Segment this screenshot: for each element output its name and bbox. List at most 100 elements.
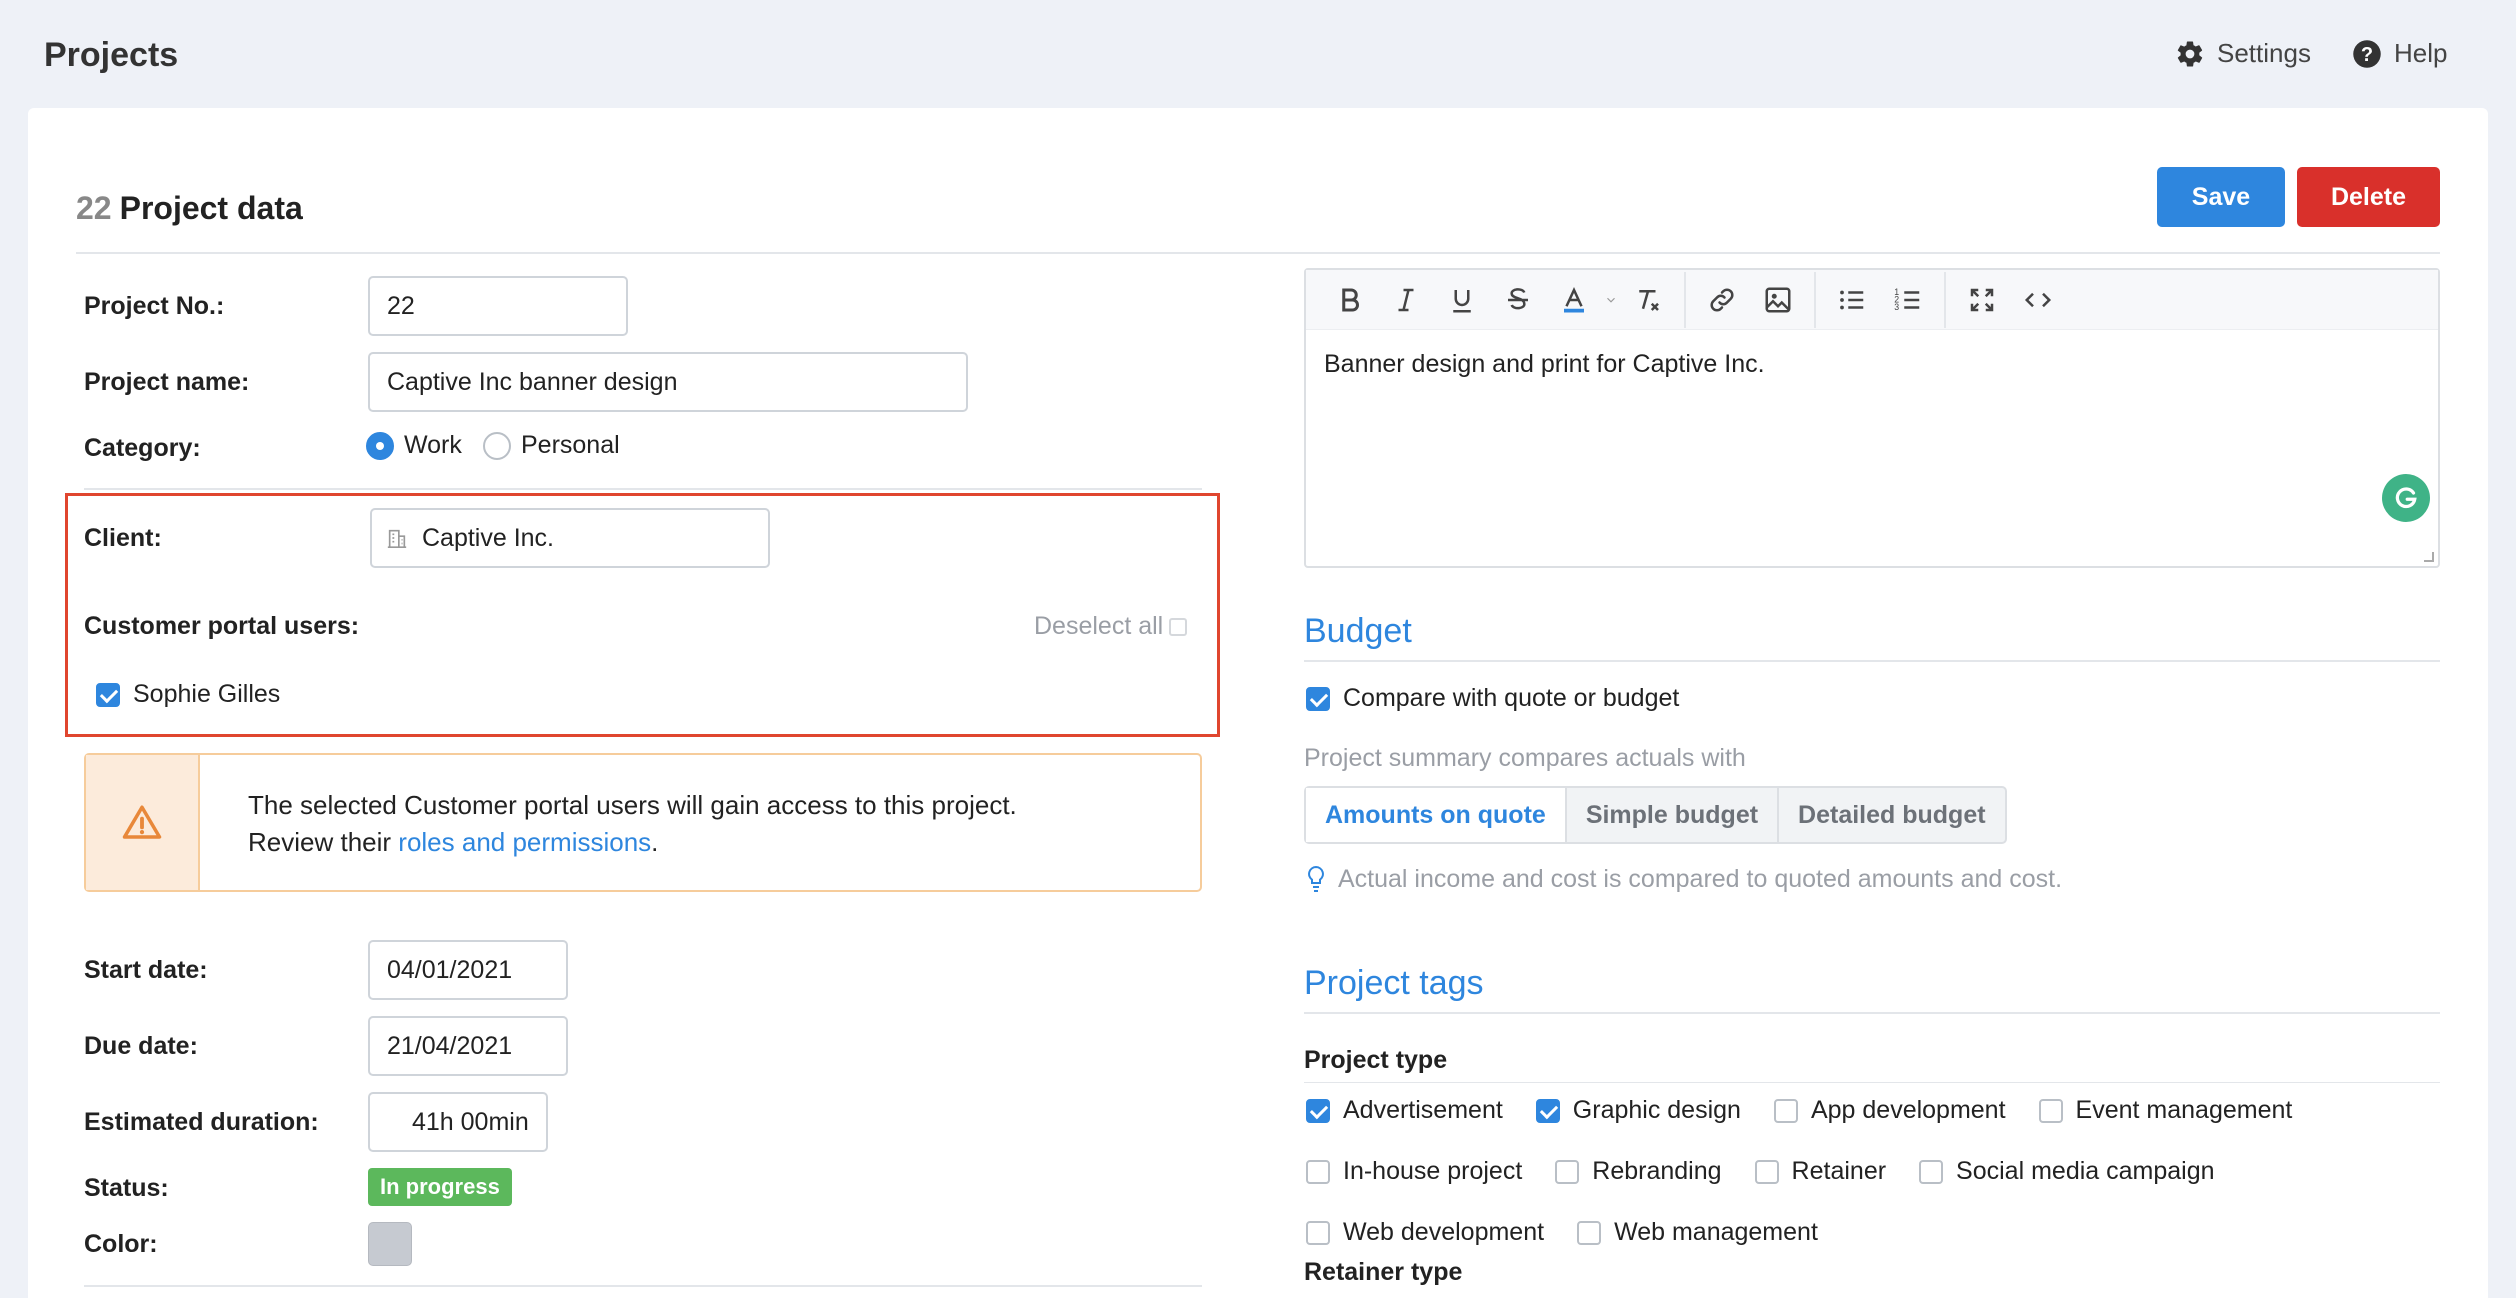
- project-type-option[interactable]: Web management: [1577, 1218, 1818, 1247]
- compare-budget-option[interactable]: Compare with quote or budget: [1306, 684, 1679, 713]
- duration-input[interactable]: 41h 00min: [368, 1092, 548, 1152]
- portal-user-checkbox[interactable]: [96, 682, 120, 707]
- project-number: 22: [76, 190, 112, 226]
- due-date-input[interactable]: 21/04/2021: [368, 1016, 568, 1076]
- italic-button[interactable]: [1378, 272, 1434, 328]
- due-date-label: Due date:: [84, 1032, 198, 1060]
- bold-icon: [1342, 288, 1359, 311]
- project-type-option[interactable]: Event management: [2038, 1096, 2293, 1125]
- project-type-label: Project type: [1304, 1046, 1448, 1074]
- help-link[interactable]: ? Help: [2352, 38, 2447, 69]
- project-type-checkbox[interactable]: [1306, 1220, 1330, 1245]
- project-type-option[interactable]: Web development: [1306, 1218, 1544, 1247]
- toolbar-separator: [1814, 271, 1816, 328]
- project-type-checkbox[interactable]: [1754, 1159, 1779, 1184]
- deselect-all-label: Deselect all: [1034, 612, 1164, 640]
- underline-button[interactable]: [1434, 272, 1490, 328]
- project-type-label-text: App development: [1810, 1096, 2006, 1124]
- start-date-label: Start date:: [84, 956, 208, 984]
- project-tags-title: Project tags: [1304, 964, 1484, 1002]
- bullet-list-button[interactable]: [1824, 272, 1880, 328]
- save-button[interactable]: Save: [2157, 167, 2285, 227]
- project-type-option[interactable]: App development: [1773, 1096, 2006, 1125]
- option-simple-budget[interactable]: Simple budget: [1567, 788, 1780, 842]
- project-no-input[interactable]: 22: [368, 276, 628, 336]
- budget-mode-selector: Amounts on quote Simple budget Detailed …: [1304, 786, 2007, 844]
- project-type-checkbox[interactable]: [1306, 1159, 1330, 1184]
- client-label: Client:: [84, 524, 162, 552]
- project-type-checkbox[interactable]: [1306, 1098, 1330, 1123]
- project-type-checkbox[interactable]: [1773, 1098, 1798, 1123]
- project-type-label-text: Event management: [2075, 1096, 2293, 1124]
- page-title-text: Project data: [119, 190, 303, 226]
- client-value: Captive Inc.: [422, 523, 555, 552]
- resize-handle[interactable]: [2424, 552, 2434, 562]
- image-button[interactable]: [1750, 272, 1806, 328]
- gear-icon: [2177, 40, 2203, 67]
- color-swatch[interactable]: [368, 1222, 412, 1266]
- bold-button[interactable]: [1322, 272, 1378, 328]
- project-type-checkbox[interactable]: [1577, 1220, 1602, 1245]
- link-icon: [1710, 287, 1734, 312]
- project-type-checkbox[interactable]: [2038, 1098, 2063, 1123]
- deselect-all-checkbox[interactable]: [1169, 617, 1188, 636]
- help-label: Help: [2394, 38, 2448, 68]
- client-select[interactable]: Captive Inc.: [370, 508, 770, 568]
- alert-line-1: The selected Customer portal users will …: [248, 790, 1017, 820]
- editor-content[interactable]: Banner design and print for Captive Inc.: [1324, 350, 1765, 379]
- code-view-icon: [2024, 292, 2052, 307]
- fullscreen-button[interactable]: [1954, 272, 2010, 328]
- portal-user-item[interactable]: Sophie Gilles: [96, 680, 280, 709]
- project-name-label: Project name:: [84, 368, 250, 396]
- project-type-label-text: Social media campaign: [1956, 1157, 2215, 1185]
- project-type-option[interactable]: In-house project: [1306, 1157, 1522, 1186]
- grammarly-icon[interactable]: [2382, 474, 2430, 522]
- status-badge[interactable]: In progress: [368, 1168, 512, 1206]
- warning-icon: [122, 805, 162, 839]
- deselect-all-control[interactable]: Deselect all: [1034, 612, 1188, 641]
- code-view-button[interactable]: [2010, 272, 2066, 328]
- project-type-checkbox[interactable]: [1555, 1159, 1580, 1184]
- budget-title: Budget: [1304, 612, 1412, 650]
- text-color-icon: [1564, 286, 1584, 312]
- project-name-input[interactable]: Captive Inc banner design: [368, 352, 968, 412]
- text-color-dropdown[interactable]: [1602, 272, 1620, 328]
- summary-label: Project summary compares actuals with: [1304, 744, 1746, 772]
- project-type-option[interactable]: Retainer: [1754, 1157, 1887, 1186]
- category-radio-personal[interactable]: Personal: [483, 431, 620, 460]
- project-type-option[interactable]: Rebranding: [1555, 1157, 1722, 1186]
- alert-text: The selected Customer portal users will …: [248, 787, 1017, 861]
- project-type-option[interactable]: Advertisement: [1306, 1096, 1503, 1125]
- compare-budget-checkbox[interactable]: [1306, 686, 1330, 711]
- project-type-checkbox[interactable]: [1919, 1159, 1944, 1184]
- project-type-option[interactable]: Social media campaign: [1919, 1157, 2215, 1186]
- numbered-list-button[interactable]: 123: [1880, 272, 1936, 328]
- project-type-label-text: Graphic design: [1572, 1096, 1741, 1124]
- option-amounts-on-quote[interactable]: Amounts on quote: [1306, 788, 1567, 842]
- project-type-label-text: Web management: [1614, 1218, 1818, 1246]
- option-detailed-budget[interactable]: Detailed budget: [1779, 788, 2005, 842]
- radio-selected[interactable]: [366, 431, 394, 460]
- roles-permissions-link[interactable]: roles and permissions: [398, 827, 651, 857]
- portal-users-label: Customer portal users:: [84, 612, 360, 640]
- delete-button[interactable]: Delete: [2297, 167, 2440, 227]
- settings-link[interactable]: Settings: [2175, 38, 2311, 69]
- bottom-divider: [84, 1285, 1202, 1287]
- category-label: Category:: [84, 434, 201, 462]
- description-editor[interactable]: 123 Banner design and print for Captive …: [1304, 268, 2440, 568]
- duration-label: Estimated duration:: [84, 1108, 319, 1136]
- numbered-list-icon: 123: [1894, 287, 1920, 312]
- clear-format-button[interactable]: [1620, 272, 1676, 328]
- radio-unselected[interactable]: [483, 431, 511, 460]
- grammarly-g-icon: [2395, 487, 2417, 509]
- strikethrough-button[interactable]: [1490, 272, 1546, 328]
- project-type-option[interactable]: Graphic design: [1535, 1096, 1741, 1125]
- project-type-label-text: Retainer: [1791, 1157, 1887, 1185]
- link-button[interactable]: [1694, 272, 1750, 328]
- tags-divider: [1304, 1012, 2440, 1014]
- category-radio-work[interactable]: Work: [366, 431, 462, 460]
- project-type-checkbox[interactable]: [1535, 1098, 1560, 1123]
- start-date-input[interactable]: 04/01/2021: [368, 940, 568, 1000]
- project-type-label-text: Advertisement: [1343, 1096, 1503, 1124]
- text-color-button[interactable]: [1546, 272, 1602, 328]
